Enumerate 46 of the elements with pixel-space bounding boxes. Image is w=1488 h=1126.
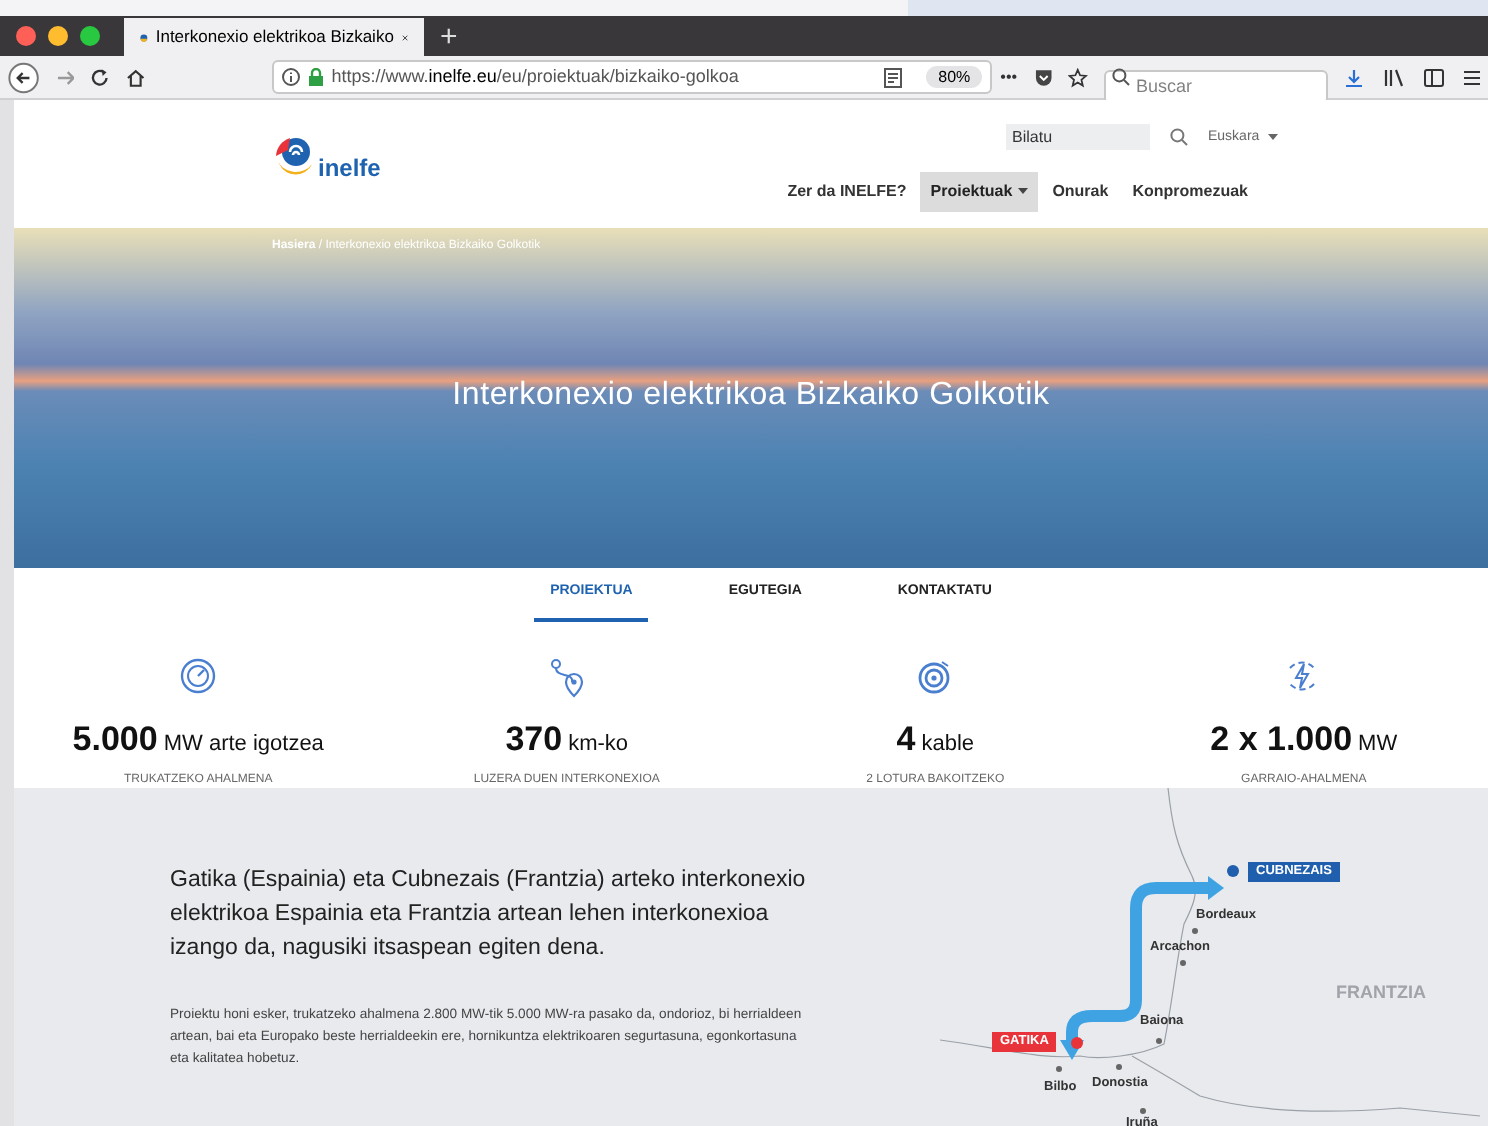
- reader-view-icon: [884, 67, 903, 87]
- stat-value: 5.000: [72, 718, 158, 762]
- nav-link[interactable]: Onurak: [1042, 172, 1119, 212]
- lead-paragraph: Gatika (Espainia) eta Cubnezais (Frantzia) arteko interkonexio elektrikoa Espainia eta Frantzia artean lehen interkonexioa izango da, nagusiki itsaspean egiten dena.: [170, 866, 808, 964]
- country-label: FRANTZIA: [1336, 980, 1426, 1006]
- stat-unit: MW: [1358, 730, 1398, 760]
- reload-icon: [90, 67, 111, 87]
- new-tab-button[interactable]: +: [440, 18, 458, 56]
- browser-tab[interactable]: Interkonexio elektrikoa Bizkaiko: [124, 18, 424, 56]
- lock-icon: [307, 68, 324, 86]
- zoom-badge[interactable]: 80%: [926, 66, 983, 88]
- nav-link[interactable]: Proiektuak: [920, 172, 1039, 212]
- more-actions-button[interactable]: •••: [1000, 65, 1018, 89]
- gauge-icon: [179, 658, 218, 698]
- stat-unit: kable: [921, 730, 974, 760]
- search-icon: [1170, 128, 1188, 146]
- stat-value: 2 x 1.000: [1210, 718, 1353, 762]
- info-icon: [281, 68, 300, 86]
- home-icon: [126, 67, 146, 87]
- menu-icon: [1464, 67, 1481, 87]
- back-icon: [8, 61, 40, 93]
- stat-value: 370: [505, 718, 563, 762]
- close-icon: [401, 29, 408, 45]
- star-icon: [1068, 67, 1089, 87]
- logo-icon: [272, 132, 316, 176]
- caret-icon: [1268, 134, 1278, 142]
- map-pin-route-icon: [547, 658, 586, 698]
- forward-icon: [55, 67, 75, 87]
- browser-search-field[interactable]: Buscar: [1104, 69, 1329, 103]
- shield-pocket-icon: [1033, 67, 1053, 87]
- site-search-field[interactable]: Bilatu: [1006, 124, 1150, 150]
- library-icon: [1384, 67, 1405, 87]
- sidebar-icon: [1424, 67, 1445, 87]
- cable-reel-icon: [916, 658, 955, 698]
- logo-text: inelfe: [318, 156, 381, 180]
- download-icon: [1344, 67, 1365, 87]
- hero-title: Interkonexio elektrikoa Bizkaiko Golkotik: [450, 376, 1052, 416]
- url-text: https://www.inelfe.eu/eu/proiektuak/bizkaiko-golkoa: [331, 63, 741, 90]
- tab-title: Interkonexio elektrikoa Bizkaiko: [155, 24, 394, 50]
- nav-link[interactable]: Zer da INELFE?: [777, 172, 917, 212]
- stat-unit: km-ko: [568, 730, 629, 760]
- nav-link[interactable]: Konpromezuak: [1122, 172, 1258, 212]
- stat-value: 4: [896, 718, 916, 762]
- stat-unit: MW arte igotzea: [163, 730, 324, 760]
- search-icon: [1112, 68, 1131, 86]
- address-bar[interactable]: https://www.inelfe.eu/eu/proiektuak/bizkaiko-golkoa 80%: [271, 60, 993, 94]
